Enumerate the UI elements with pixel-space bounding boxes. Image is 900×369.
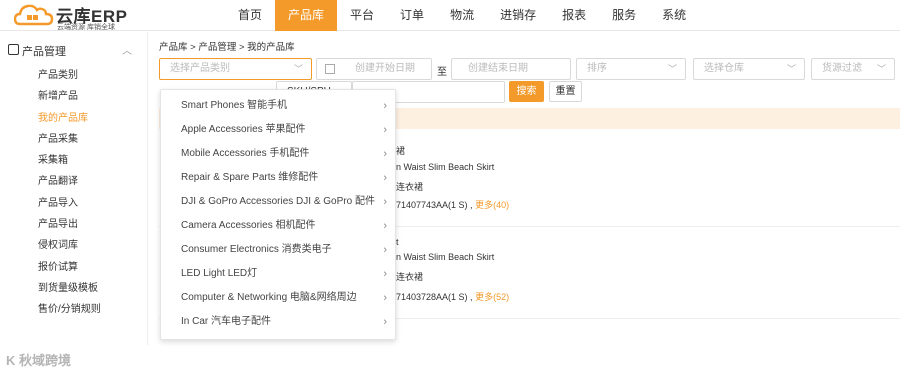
- category-option-label: Apple Accessories 苹果配件: [181, 124, 306, 135]
- product-name-cn: 连衣裙: [396, 272, 424, 282]
- product-name-cn: 连衣裙: [396, 182, 424, 192]
- nav-logistics[interactable]: 物流: [437, 0, 487, 31]
- category-option-camera-accessories[interactable]: Camera Accessories 相机配件 ›: [161, 214, 395, 238]
- nav-home[interactable]: 首页: [225, 0, 275, 31]
- end-date-input[interactable]: 创建结束日期: [451, 58, 571, 80]
- category-option-label: Computer & Networking 电脑&网络周边: [181, 292, 357, 303]
- cloud-logo-icon: [14, 4, 54, 26]
- category-option-computer-networking[interactable]: Computer & Networking 电脑&网络周边 ›: [161, 286, 395, 310]
- sidebar-item-product-import[interactable]: 产品导入: [38, 193, 101, 214]
- date-separator: 至: [437, 67, 447, 78]
- end-date-placeholder: 创建结束日期: [468, 63, 528, 74]
- category-dropdown-menu: Smart Phones 智能手机 › Apple Accessories 苹果…: [160, 89, 396, 340]
- sidebar-list: 产品类别 新增产品 我的产品库 产品采集 采集箱 产品翻译 产品导入 产品导出 …: [38, 65, 101, 321]
- sidebar-section-product-management[interactable]: 产品管理 ︿: [8, 43, 138, 59]
- product-sku: 71403728AA(1 S) , 更多(52): [396, 290, 509, 303]
- calendar-icon: [325, 64, 335, 74]
- reset-button[interactable]: 重置: [549, 81, 582, 102]
- start-date-input[interactable]: 创建开始日期: [316, 58, 432, 80]
- logo[interactable]: 云库ERP 云端资源 库销全球: [14, 2, 154, 31]
- chevron-up-icon: ︿: [122, 46, 132, 57]
- sidebar-item-arrival-template[interactable]: 到货量级模板: [38, 278, 101, 299]
- sidebar-section-label: 产品管理: [22, 46, 66, 58]
- product-box-icon: [8, 44, 19, 55]
- category-option-label: Smart Phones 智能手机: [181, 100, 288, 111]
- chevron-down-icon: ﹀: [667, 64, 677, 74]
- more-link[interactable]: 更多(40): [475, 200, 509, 210]
- product-sku: 71407743AA(1 S) , 更多(40): [396, 198, 509, 211]
- nav-system[interactable]: 系统: [649, 0, 699, 31]
- chevron-right-icon: ›: [383, 316, 387, 328]
- more-link[interactable]: 更多(52): [475, 292, 509, 302]
- category-option-label: Repair & Spare Parts 维修配件: [181, 172, 319, 183]
- nav-orders[interactable]: 订单: [387, 0, 437, 31]
- breadcrumb: 产品库 > 产品管理 > 我的产品库: [159, 42, 295, 53]
- category-option-dji-gopro[interactable]: DJI & GoPro Accessories DJI & GoPro 配件 ›: [161, 190, 395, 214]
- sidebar: 产品管理 ︿ 产品类别 新增产品 我的产品库 产品采集 采集箱 产品翻译 产品导…: [0, 32, 148, 368]
- nav-platform[interactable]: 平台: [337, 0, 387, 31]
- chevron-right-icon: ›: [383, 100, 387, 112]
- warehouse-select[interactable]: 选择仓库 ﹀: [693, 58, 805, 80]
- category-option-apple-accessories[interactable]: Apple Accessories 苹果配件 ›: [161, 118, 395, 142]
- sidebar-item-quote-calc[interactable]: 报价试算: [38, 257, 101, 278]
- chevron-right-icon: ›: [383, 268, 387, 280]
- category-select[interactable]: 选择产品类别 ﹀: [159, 58, 312, 80]
- sort-select-placeholder: 排序: [587, 63, 607, 74]
- category-option-in-car[interactable]: In Car 汽车电子配件 ›: [161, 310, 395, 334]
- nav-product-library[interactable]: 产品库: [275, 0, 338, 31]
- sidebar-item-product-category[interactable]: 产品类别: [38, 65, 101, 86]
- chevron-right-icon: ›: [383, 148, 387, 160]
- product-title: t: [396, 237, 399, 247]
- top-navigation-bar: 云库ERP 云端资源 库销全球 首页 产品库 平台 订单 物流 进销存 报表 服…: [0, 0, 900, 31]
- chevron-right-icon: ›: [383, 220, 387, 232]
- chevron-down-icon: ﹀: [786, 64, 796, 74]
- sidebar-item-product-translation[interactable]: 产品翻译: [38, 171, 101, 192]
- sort-select[interactable]: 排序 ﹀: [576, 58, 686, 80]
- category-option-label: Mobile Accessories 手机配件: [181, 148, 310, 159]
- sku-text: 71403728AA(1 S) ,: [396, 292, 473, 302]
- stock-filter-placeholder: 货源过滤: [822, 63, 862, 74]
- category-option-label: Camera Accessories 相机配件: [181, 220, 316, 231]
- chevron-down-icon: ﹀: [293, 64, 303, 74]
- logo-subtitle: 云端资源 库销全球: [57, 24, 115, 31]
- start-date-placeholder: 创建开始日期: [355, 63, 415, 74]
- product-name-en: n Waist Slim Beach Skirt: [396, 252, 495, 262]
- chevron-right-icon: ›: [383, 292, 387, 304]
- category-option-repair-parts[interactable]: Repair & Spare Parts 维修配件 ›: [161, 166, 395, 190]
- sku-text: 71407743AA(1 S) ,: [396, 200, 473, 210]
- category-option-smart-phones[interactable]: Smart Phones 智能手机 ›: [161, 94, 395, 118]
- stock-filter-select[interactable]: 货源过滤 ﹀: [811, 58, 895, 80]
- category-option-label: LED Light LED灯: [181, 268, 258, 279]
- category-option-consumer-electronics[interactable]: Consumer Electronics 消费类电子 ›: [161, 238, 395, 262]
- category-option-led-light[interactable]: LED Light LED灯 ›: [161, 262, 395, 286]
- chevron-down-icon: ﹀: [876, 64, 886, 74]
- sidebar-item-collection-box[interactable]: 采集箱: [38, 150, 101, 171]
- warehouse-select-placeholder: 选择仓库: [704, 63, 744, 74]
- sidebar-item-product-collection[interactable]: 产品采集: [38, 129, 101, 150]
- sidebar-item-my-product-library[interactable]: 我的产品库: [38, 108, 101, 129]
- nav-inventory[interactable]: 进销存: [487, 0, 549, 31]
- main-nav: 首页 产品库 平台 订单 物流 进销存 报表 服务 系统: [225, 0, 699, 31]
- chevron-right-icon: ›: [383, 244, 387, 256]
- product-name-en: n Waist Slim Beach Skirt: [396, 162, 495, 172]
- category-option-mobile-accessories[interactable]: Mobile Accessories 手机配件 ›: [161, 142, 395, 166]
- sidebar-item-infringement-words[interactable]: 侵权词库: [38, 235, 101, 256]
- product-title: 裙: [396, 146, 406, 156]
- chevron-right-icon: ›: [383, 172, 387, 184]
- sidebar-item-price-rules[interactable]: 售价/分销规则: [38, 299, 101, 320]
- chevron-right-icon: ›: [383, 196, 387, 208]
- category-option-label: DJI & GoPro Accessories DJI & GoPro 配件: [181, 196, 375, 207]
- watermark: K 秋域跨境: [6, 353, 72, 368]
- category-option-label: In Car 汽车电子配件: [181, 316, 272, 327]
- category-select-placeholder: 选择产品类别: [170, 63, 230, 74]
- nav-services[interactable]: 服务: [599, 0, 649, 31]
- category-option-label: Consumer Electronics 消费类电子: [181, 244, 332, 255]
- sidebar-item-add-product[interactable]: 新增产品: [38, 86, 101, 107]
- chevron-right-icon: ›: [383, 124, 387, 136]
- sidebar-item-product-export[interactable]: 产品导出: [38, 214, 101, 235]
- nav-reports[interactable]: 报表: [549, 0, 599, 31]
- search-button[interactable]: 搜索: [509, 81, 544, 102]
